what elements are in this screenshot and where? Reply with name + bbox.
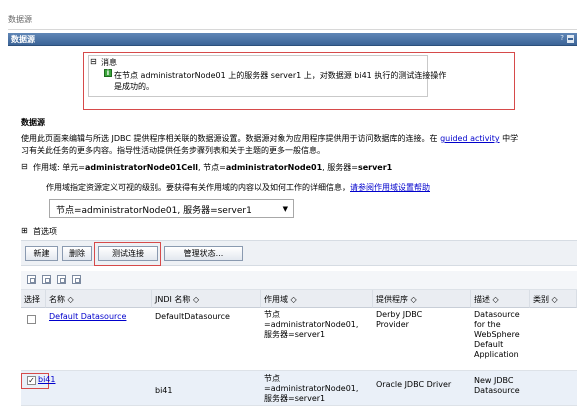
scope-select-value: 节点=administratorNode01, 服务器=server1: [56, 206, 252, 216]
scope-collapse-icon[interactable]: ⊟: [21, 162, 28, 171]
clear-filter-icon[interactable]: [72, 275, 81, 284]
description-line1: 使用此页面来编辑与所选 JDBC 提供程序相关联的数据源设置。数据源对象为应用程…: [21, 133, 518, 144]
portlet-title: 数据源: [11, 35, 35, 44]
description-line2: 习有关此任务的更多内容。指导性活动提供任务步骤列表和关于主题的更多一般信息。: [21, 146, 325, 155]
delete-button[interactable]: 删除: [62, 246, 92, 261]
page-label: 数据源: [8, 15, 32, 24]
test-button-highlight-frame: [94, 242, 161, 266]
description-text: New JDBC: [474, 376, 514, 385]
scope-text: 服务器=server1: [264, 330, 326, 339]
scope-help-link[interactable]: 请参阅作用域设置帮助: [350, 183, 430, 192]
scope-server: server1: [357, 163, 393, 172]
preferences-expand-icon[interactable]: ⊞: [21, 226, 28, 235]
scope-text: =administratorNode01,: [264, 320, 359, 329]
divider: [8, 29, 577, 30]
datasource-table: 选择 名称 ◇ JNDI 名称 ◇ 作用域 ◇ 提供程序 ◇ 描述 ◇ 类别 ◇…: [21, 290, 577, 406]
description-text: for the: [474, 320, 501, 329]
show-filter-icon[interactable]: [57, 275, 66, 284]
datasource-name-link[interactable]: Default Datasource: [49, 312, 126, 321]
manage-state-button[interactable]: 管理状态...: [164, 246, 243, 261]
minimize-icon[interactable]: [567, 35, 574, 43]
description-text-tail: 中学: [499, 134, 519, 143]
success-icon: i: [104, 69, 112, 77]
chevron-down-icon: ▼: [282, 205, 288, 213]
scope-help-text: 作用域指定资源定义可视的级别。要获得有关作用域的内容以及如何工作的详细信息，请参…: [46, 182, 430, 193]
select-all-icon[interactable]: [27, 275, 36, 284]
scope-text: 服务器=server1: [264, 394, 326, 403]
description-text: Datasource: [474, 386, 520, 395]
column-header-name[interactable]: 名称 ◇: [46, 290, 152, 308]
scope-cell: administratorNode01Cell: [84, 163, 199, 172]
description-text: 使用此页面来编辑与所选 JDBC 提供程序相关联的数据源设置。数据源对象为应用程…: [21, 134, 441, 143]
table-tools-row: [21, 271, 577, 290]
new-button[interactable]: 新建: [25, 246, 58, 261]
scope-node: administratorNode01: [225, 163, 323, 172]
description-text: Application: [474, 350, 519, 359]
section-heading: 数据源: [21, 118, 45, 127]
deselect-all-icon[interactable]: [42, 275, 51, 284]
provider-text: Oracle JDBC Driver: [376, 380, 452, 389]
row-checkbox[interactable]: [27, 315, 36, 324]
column-header-description[interactable]: 描述 ◇: [471, 290, 530, 308]
scope-sep: , 服务器=: [322, 163, 358, 172]
column-header-select: 选择: [21, 290, 46, 308]
guided-activity-link[interactable]: guided activity: [440, 134, 499, 143]
scope-line: 作用域: 单元=administratorNode01Cell, 节点=admi…: [33, 162, 392, 173]
scope-text: 节点: [264, 374, 280, 383]
message-text-line1: 在节点 administratorNode01 上的服务器 server1 上，…: [114, 71, 447, 80]
column-header-category[interactable]: 类别 ◇: [530, 290, 577, 308]
column-header-scope[interactable]: 作用域 ◇: [261, 290, 373, 308]
portlet-title-bar: 数据源 ?: [8, 33, 577, 46]
scope-sep: , 节点=: [198, 163, 226, 172]
scope-help-description: 作用域指定资源定义可视的级别。要获得有关作用域的内容以及如何工作的详细信息，: [46, 183, 350, 192]
message-text-line2: 是成功的。: [114, 82, 154, 91]
description-text: WebSphere: [474, 330, 520, 339]
scope-text: 节点: [264, 310, 280, 319]
message-heading: 消息: [101, 58, 117, 67]
description-text: Datasource: [474, 310, 520, 319]
scope-select[interactable]: 节点=administratorNode01, 服务器=server1 ▼: [49, 199, 294, 218]
column-header-jndi[interactable]: JNDI 名称 ◇: [152, 290, 261, 308]
column-header-provider[interactable]: 提供程序 ◇: [373, 290, 471, 308]
provider-text: Derby JDBC: [376, 310, 423, 319]
preferences-label[interactable]: 首选项: [33, 226, 57, 237]
jndi-name: DefaultDatasource: [155, 312, 230, 321]
description-text: Default: [474, 340, 504, 349]
datasource-name-link[interactable]: bi41: [38, 375, 55, 384]
provider-text: Provider: [376, 320, 409, 329]
jndi-name: bi41: [155, 386, 173, 395]
scope-cell-text: 节点 =administratorNode01, 服务器=server1: [261, 310, 373, 340]
scope-text: =administratorNode01,: [264, 384, 359, 393]
help-icon[interactable]: ?: [560, 34, 564, 42]
scope-prefix: 作用域: 单元=: [33, 163, 85, 172]
message-collapse-icon[interactable]: ⊟: [90, 57, 97, 66]
